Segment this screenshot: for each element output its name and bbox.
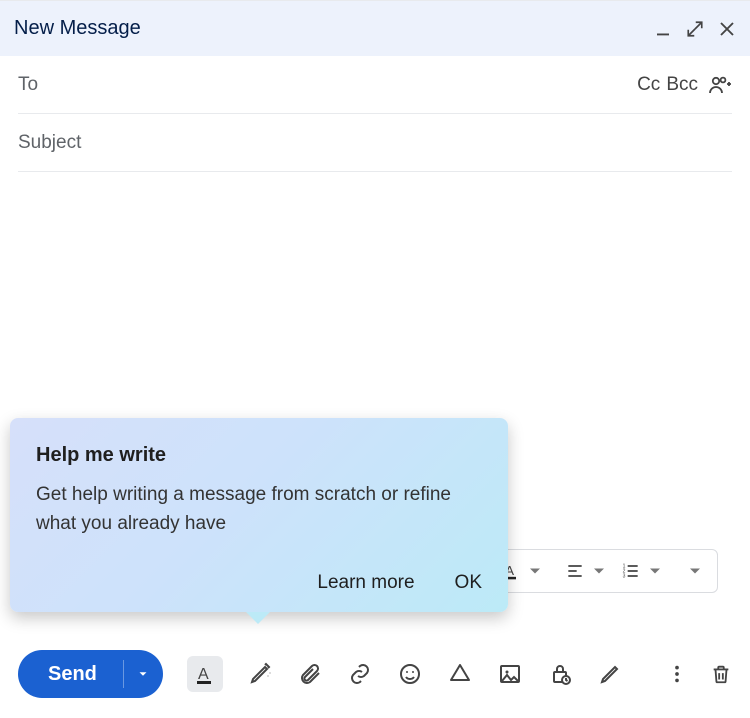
discard-draft-button[interactable] [710,663,732,685]
text-format-glyph: A [198,666,209,683]
ok-button[interactable]: OK [455,572,482,594]
insert-emoji-button[interactable] [397,661,423,687]
titlebar-actions [654,20,736,38]
insert-drive-button[interactable] [447,661,473,687]
compose-title: New Message [14,17,141,40]
to-field-row[interactable]: To Cc Bcc [18,56,732,114]
compose-titlebar: New Message [0,0,750,56]
tooltip-actions: Learn more OK [317,572,482,594]
send-button-group: Send [18,650,163,698]
insert-signature-button[interactable] [597,661,623,687]
more-formatting-button[interactable] [681,557,709,585]
cc-bcc-group: Cc Bcc [637,73,732,97]
send-options-button[interactable] [123,650,163,698]
formatting-toolbar: A 1 2 3 [488,549,718,593]
add-recipients-icon[interactable] [708,73,732,97]
bottom-right-actions [666,663,732,685]
help-me-write-tooltip: Help me write Get help writing a message… [10,418,508,612]
more-options-button[interactable] [666,663,688,685]
tooltip-title: Help me write [36,444,482,467]
learn-more-button[interactable]: Learn more [317,572,414,594]
subject-field-row[interactable]: Subject [18,114,732,172]
subject-placeholder: Subject [18,132,81,154]
send-button[interactable]: Send [18,650,123,698]
fullscreen-icon[interactable] [686,20,704,38]
svg-text:3: 3 [623,574,626,580]
tooltip-body: Get help writing a message from scratch … [36,481,482,538]
cc-button[interactable]: Cc [637,74,660,96]
list-button[interactable]: 1 2 3 [617,557,669,585]
to-label: To [18,74,38,96]
bcc-button[interactable]: Bcc [666,74,698,96]
insert-photo-button[interactable] [497,661,523,687]
insert-link-button[interactable] [347,661,373,687]
formatting-options-button[interactable]: A [187,656,223,692]
compose-toolbar: A [187,656,623,692]
compose-fields: To Cc Bcc Subject [0,56,750,172]
confidential-mode-button[interactable] [547,661,573,687]
close-icon[interactable] [718,20,736,38]
help-me-write-button[interactable] [247,661,273,687]
attach-file-button[interactable] [297,661,323,687]
align-button[interactable] [561,557,613,585]
minimize-icon[interactable] [654,20,672,38]
compose-bottom-bar: Send A [0,648,750,700]
